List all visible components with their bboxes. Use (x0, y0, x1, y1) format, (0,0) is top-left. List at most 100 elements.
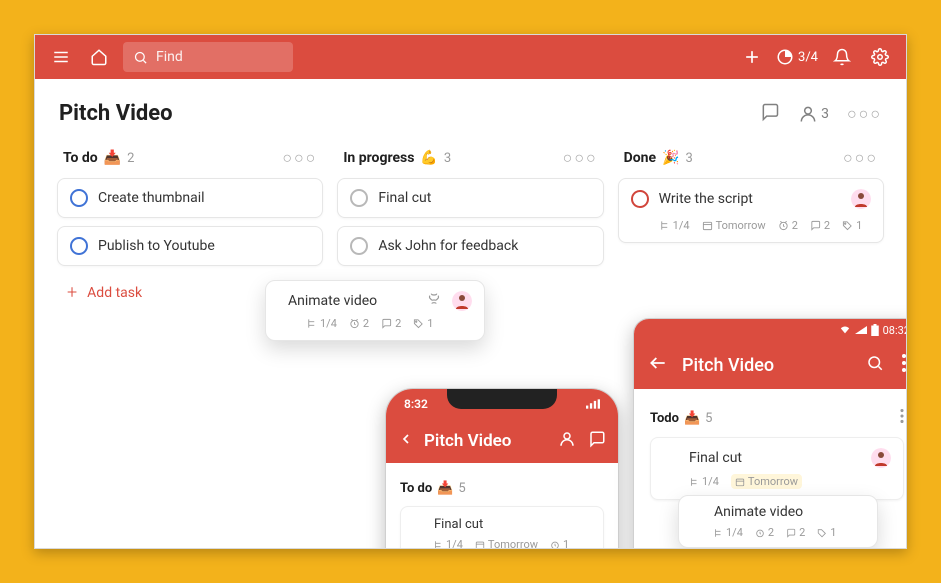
flex-icon: 💪 (420, 150, 437, 166)
checkbox-icon[interactable] (631, 190, 649, 208)
project-header: Pitch Video 3 ○○○ (35, 79, 906, 136)
section-count: 5 (458, 481, 465, 496)
section-more-icon[interactable] (900, 409, 904, 427)
task-title: Animate video (288, 293, 416, 309)
productivity-ratio: 3/4 (798, 50, 818, 65)
column-more-icon[interactable]: ○○○ (282, 148, 317, 168)
signal-icon (586, 399, 600, 409)
productivity-indicator[interactable]: 3/4 (776, 48, 818, 66)
ios-phone-mock: 8:32 Pitch Video To do 📥 5 (385, 388, 619, 549)
wifi-icon (839, 325, 851, 335)
person-icon (798, 104, 818, 124)
checkbox-icon[interactable] (350, 189, 368, 207)
menu-icon[interactable] (47, 43, 75, 71)
checkbox-icon[interactable] (411, 517, 426, 532)
more-icon[interactable] (902, 354, 906, 376)
task-title: Write the script (659, 191, 841, 207)
inbox-icon: 📥 (104, 150, 121, 166)
inbox-icon: 📥 (437, 481, 453, 496)
task-title: Final cut (434, 517, 483, 532)
share-button[interactable]: 3 (798, 104, 829, 124)
task-title: Create thumbnail (98, 190, 205, 206)
section-count: 5 (705, 411, 712, 426)
app-window: 3/4 Pitch Video 3 ○○○ (34, 34, 907, 549)
home-icon[interactable] (85, 43, 113, 71)
task-card[interactable]: Create thumbnail (57, 178, 323, 218)
search-input[interactable] (156, 49, 256, 65)
search-icon[interactable] (866, 354, 884, 376)
comments-icon[interactable] (760, 102, 780, 126)
section-title: Todo (650, 411, 679, 426)
add-icon[interactable] (738, 43, 766, 71)
dragging-task-card[interactable]: Animate video 1/4 2 2 1 (678, 495, 878, 548)
android-status-bar: 08:32 (634, 319, 907, 341)
subtasks-meta: 1/4 (659, 219, 690, 232)
android-nav-bar: Pitch Video (634, 341, 907, 389)
reminder-meta: 2 (778, 219, 798, 232)
section-title: To do (400, 481, 432, 496)
comments-meta: 2 (381, 317, 401, 330)
column-more-icon[interactable]: ○○○ (843, 148, 878, 168)
settings-icon[interactable] (866, 43, 894, 71)
checkbox-icon[interactable] (70, 189, 88, 207)
reminder-meta: 2 (349, 317, 369, 330)
drag-icon (426, 291, 442, 311)
labels-meta: 1 (817, 526, 836, 539)
task-card[interactable]: Ask John for feedback (337, 226, 603, 266)
add-task-label: Add task (87, 285, 142, 301)
checkbox-icon[interactable] (663, 450, 679, 466)
people-count: 3 (821, 106, 829, 122)
task-title: Publish to Youtube (98, 238, 215, 254)
back-icon[interactable] (648, 353, 668, 377)
android-time: 08:32 (883, 324, 907, 337)
column-title: To do (63, 150, 98, 166)
notifications-icon[interactable] (828, 43, 856, 71)
inbox-icon: 📥 (684, 411, 700, 426)
ios-nav-bar: Pitch Video (386, 419, 618, 463)
subtasks-meta: 1/4 (713, 526, 743, 539)
labels-meta: 1 (842, 219, 862, 232)
task-card[interactable]: Final cut 1/4 Tomorrow 1 1 1 (400, 506, 604, 549)
reminder-meta: 2 (755, 526, 774, 539)
column-count: 3 (686, 151, 693, 166)
due-meta: Tomorrow (702, 219, 766, 232)
task-card[interactable]: Publish to Youtube (57, 226, 323, 266)
task-title: Final cut (689, 450, 861, 466)
project-more-icon[interactable]: ○○○ (847, 104, 882, 124)
search-field[interactable] (123, 42, 293, 72)
checkbox-icon[interactable] (350, 237, 368, 255)
ios-status-bar: 8:32 (386, 389, 618, 419)
labels-meta: 1 (413, 317, 433, 330)
due-meta: Tomorrow (475, 538, 538, 549)
checkbox-icon[interactable] (70, 237, 88, 255)
comments-icon[interactable] (588, 430, 606, 452)
task-card[interactable]: Final cut 1/4 Tomorrow (650, 437, 904, 500)
column-done: Done 🎉 3 ○○○ Write the script 1/4 (614, 142, 888, 251)
task-title: Animate video (714, 504, 803, 520)
android-phone-mock: 08:32 Pitch Video Todo 📥 5 (633, 318, 907, 549)
android-page-title: Pitch Video (682, 355, 774, 376)
plus-icon: + (67, 282, 77, 303)
ios-time: 8:32 (404, 397, 428, 411)
battery-icon (871, 324, 879, 336)
task-card[interactable]: Write the script 1/4 Tomorrow 2 2 1 (618, 178, 884, 243)
project-title: Pitch Video (59, 101, 173, 126)
assignee-avatar (452, 291, 472, 311)
task-title: Final cut (378, 190, 431, 206)
subtasks-meta: 1/4 (433, 538, 463, 549)
tada-icon: 🎉 (662, 150, 679, 166)
subtasks-meta: 1/4 (689, 475, 719, 488)
subtasks-meta: 1/4 (306, 317, 337, 330)
ios-notch (447, 389, 557, 409)
task-card[interactable]: Final cut (337, 178, 603, 218)
dragging-task-card[interactable]: Animate video 1/4 2 2 1 (265, 280, 485, 341)
pie-icon (776, 48, 794, 66)
back-icon[interactable] (398, 431, 414, 451)
task-title: Ask John for feedback (378, 238, 518, 254)
checkbox-icon[interactable] (689, 505, 704, 520)
column-more-icon[interactable]: ○○○ (563, 148, 598, 168)
column-count: 3 (444, 151, 451, 166)
comments-meta: 2 (786, 526, 805, 539)
column-count: 2 (127, 151, 134, 166)
person-icon[interactable] (558, 430, 576, 452)
